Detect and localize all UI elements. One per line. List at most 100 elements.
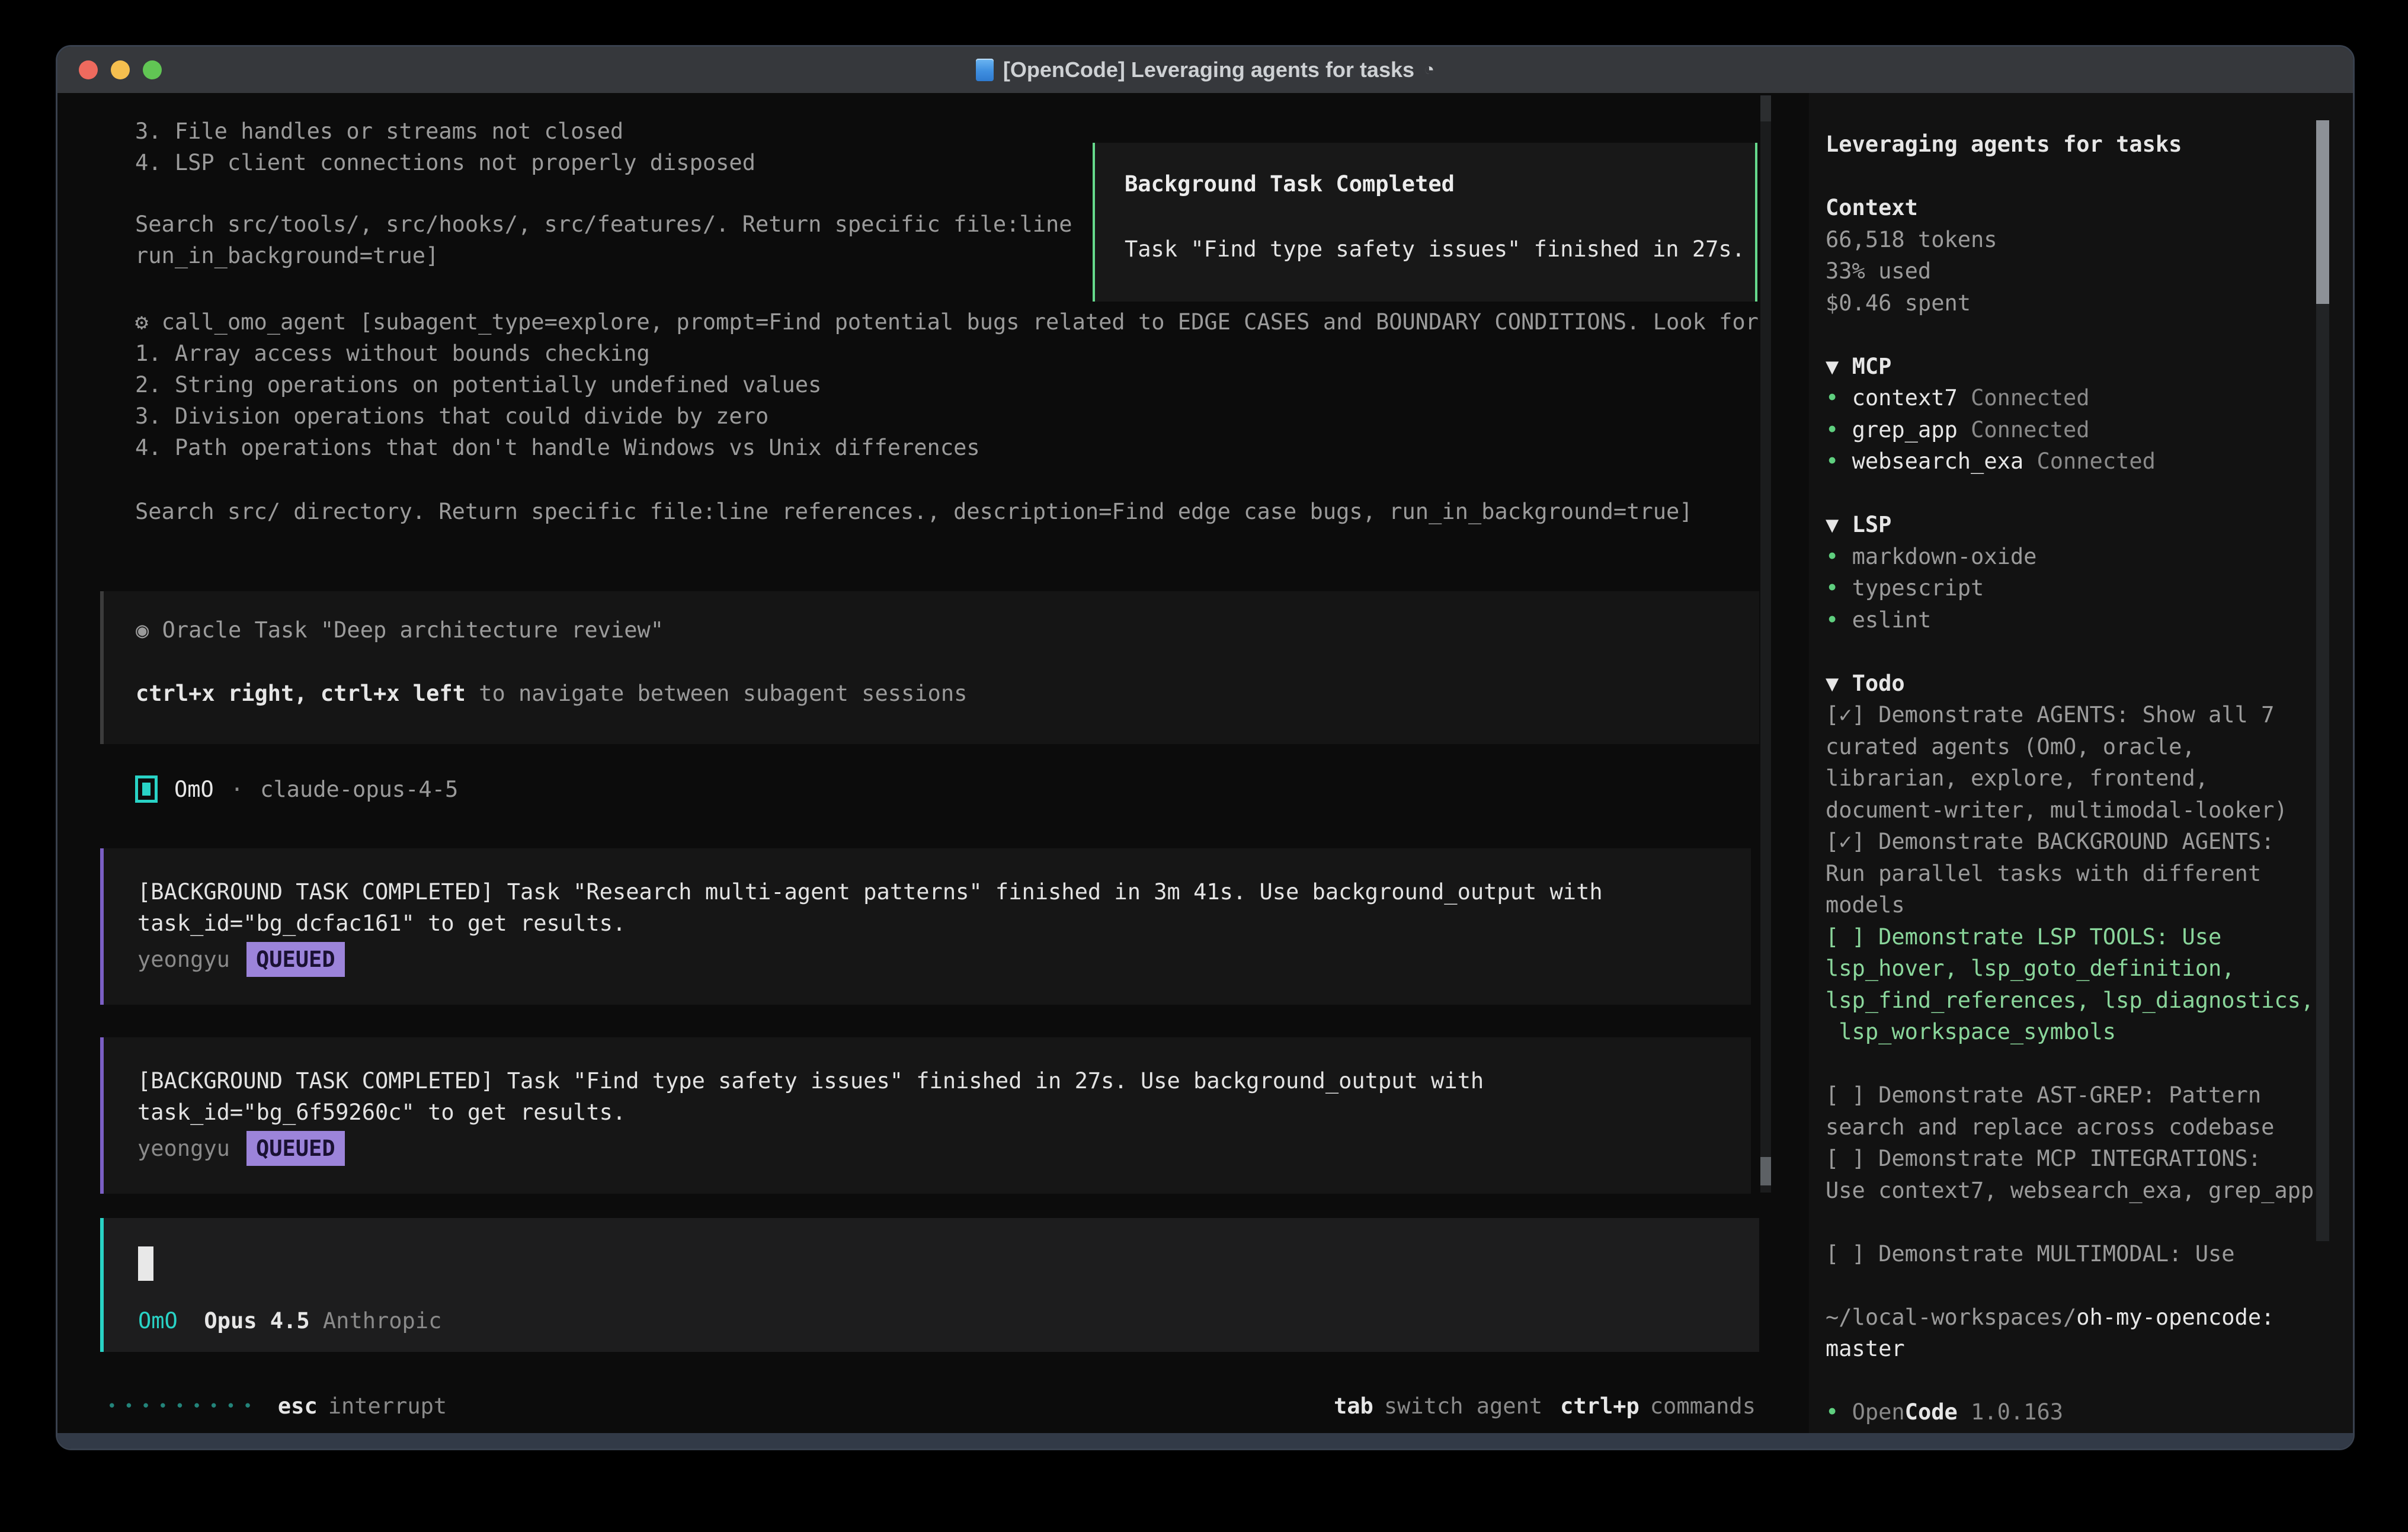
document-icon bbox=[976, 59, 994, 81]
task-message-meta: yeongyu QUEUED bbox=[137, 1131, 345, 1166]
lsp-item: • typescript bbox=[1826, 572, 2355, 604]
tab-key-label: switch agent bbox=[1384, 1393, 1542, 1419]
todo-line-pending: Use context7, websearch_exa, grep_app bbox=[1826, 1175, 2355, 1207]
esc-key-label: interrupt bbox=[328, 1393, 447, 1419]
workspace-branch: master bbox=[1826, 1333, 2355, 1365]
window-title-group: [OpenCode] Leveraging agents for tasks ◔ bbox=[976, 57, 1434, 82]
status-right: tab switch agent ctrl+p commands bbox=[1334, 1393, 1756, 1419]
ctrlp-key-label: commands bbox=[1650, 1393, 1756, 1419]
mcp-section-header[interactable]: ▼ MCP bbox=[1826, 351, 2355, 383]
terminal-window: [OpenCode] Leveraging agents for tasks ◔… bbox=[56, 45, 2355, 1450]
task-message-meta: yeongyu QUEUED bbox=[137, 942, 345, 977]
gear-icon: ⚙ bbox=[135, 309, 148, 335]
provider-label: Anthropic bbox=[323, 1308, 441, 1334]
todo-line-active: lsp_workspace_symbols bbox=[1826, 1016, 2355, 1048]
sidebar-scrollbar-thumb[interactable] bbox=[2316, 120, 2329, 304]
todo-line-pending: [ ] Demonstrate MCP INTEGRATIONS: bbox=[1826, 1143, 2355, 1175]
main-scrollbar-track[interactable] bbox=[1760, 95, 1771, 1193]
todo-line-pending: [ ] Demonstrate AST-GREP: Pattern bbox=[1826, 1079, 2355, 1111]
output-line: 2. String operations on potentially unde… bbox=[135, 371, 821, 399]
todo-line-pending: [ ] Demonstrate MULTIMODAL: Use bbox=[1826, 1238, 2355, 1270]
context-spent: $0.46 spent bbox=[1826, 287, 2355, 319]
mcp-item: • websearch_exa Connected bbox=[1826, 446, 2355, 477]
workspace-path: ~/local-workspaces/oh-my-opencode: bbox=[1826, 1302, 2355, 1334]
app-version-line: • OpenCode 1.0.163 bbox=[1826, 1396, 2355, 1428]
todo-line-done: Run parallel tasks with different bbox=[1826, 858, 2355, 890]
todo-line-done: document-writer, multimodal-looker) bbox=[1826, 794, 2355, 826]
esc-key-hint: esc bbox=[278, 1393, 318, 1419]
active-model-label: Opus 4.5 bbox=[204, 1308, 309, 1334]
todo-section-header[interactable]: ▼ Todo bbox=[1826, 668, 2355, 700]
context-tokens: 66,518 tokens bbox=[1826, 224, 2355, 256]
terminal-main-pane[interactable]: 3. File handles or streams not closed 4.… bbox=[57, 93, 1773, 1433]
status-left: ••••••••• esc interrupt bbox=[107, 1393, 447, 1419]
text-cursor bbox=[138, 1246, 153, 1281]
tab-key-hint: tab bbox=[1334, 1393, 1373, 1419]
model-row: OmO Opus 4.5 Anthropic bbox=[138, 1308, 441, 1334]
status-dot-icon: • bbox=[1826, 575, 1839, 601]
minimize-button[interactable] bbox=[111, 60, 130, 79]
toast-body: Task "Find type safety issues" finished … bbox=[1125, 236, 1745, 262]
clock-icon: ◔ bbox=[1424, 60, 1434, 80]
prompt-input[interactable]: OmO Opus 4.5 Anthropic bbox=[100, 1218, 1759, 1352]
agent-header: OmO · claude-opus-4-5 bbox=[135, 775, 458, 803]
todo-line-done: models bbox=[1826, 889, 2355, 921]
context-heading: Context bbox=[1826, 192, 2355, 224]
context-used: 33% used bbox=[1826, 255, 2355, 287]
todo-line-active: lsp_find_references, lsp_diagnostics, bbox=[1826, 985, 2355, 1017]
chevron-down-icon: ▼ bbox=[1826, 354, 1839, 379]
lsp-section-header[interactable]: ▼ LSP bbox=[1826, 509, 2355, 541]
status-dot-icon: • bbox=[1826, 417, 1839, 443]
oracle-task-line: ◉ Oracle Task "Deep architecture review" bbox=[136, 617, 664, 643]
status-badge: QUEUED bbox=[246, 1131, 345, 1166]
tool-call-line: ⚙ call_omo_agent [subagent_type=explore,… bbox=[135, 309, 1759, 336]
lsp-item: • markdown-oxide bbox=[1826, 541, 2355, 573]
subagent-nav-hint: ctrl+x right, ctrl+x left to navigate be… bbox=[136, 681, 967, 706]
main-scrollbar-segment[interactable] bbox=[1760, 95, 1771, 121]
background-task-message[interactable]: [BACKGROUND TASK COMPLETED] Task "Resear… bbox=[100, 848, 1751, 1005]
status-badge: QUEUED bbox=[246, 942, 345, 977]
output-line: run_in_background=true] bbox=[135, 242, 438, 270]
agent-name: OmO bbox=[174, 777, 214, 802]
maximize-button[interactable] bbox=[143, 60, 162, 79]
main-scrollbar-thumb[interactable] bbox=[1760, 1157, 1771, 1185]
background-task-toast[interactable]: Background Task Completed Task "Find typ… bbox=[1093, 143, 1757, 302]
status-bar: ••••••••• esc interrupt tab switch agent c… bbox=[57, 1393, 1764, 1427]
window-bottom-edge bbox=[57, 1433, 2353, 1448]
status-dot-icon: • bbox=[1826, 1399, 1839, 1425]
ctrlp-key-hint: ctrl+p bbox=[1560, 1393, 1640, 1419]
target-icon: ◉ bbox=[136, 617, 149, 643]
status-dot-icon: • bbox=[1826, 544, 1839, 569]
mcp-item: • grep_app Connected bbox=[1826, 414, 2355, 446]
todo-line-done: [✓] Demonstrate AGENTS: Show all 7 bbox=[1826, 699, 2355, 731]
output-line: Search src/tools/, src/hooks/, src/featu… bbox=[135, 211, 1072, 238]
lsp-item: • eslint bbox=[1826, 604, 2355, 636]
agent-icon bbox=[135, 775, 158, 803]
output-line: 3. Division operations that could divide… bbox=[135, 403, 768, 430]
status-dot-icon: • bbox=[1826, 385, 1839, 411]
separator-dot: · bbox=[230, 777, 244, 802]
key-hint: ctrl+x right, ctrl+x left bbox=[136, 681, 466, 706]
username: yeongyu bbox=[137, 1136, 230, 1161]
output-line: 4. LSP client connections not properly d… bbox=[135, 149, 755, 177]
todo-line-active: [ ] Demonstrate LSP TOOLS: Use bbox=[1826, 921, 2355, 953]
toast-title: Background Task Completed bbox=[1125, 171, 1455, 197]
chevron-down-icon: ▼ bbox=[1826, 671, 1839, 696]
todo-line-active: lsp_hover, lsp_goto_definition, bbox=[1826, 953, 2355, 985]
output-line: 4. Path operations that don't handle Win… bbox=[135, 434, 980, 461]
chevron-down-icon: ▼ bbox=[1826, 512, 1839, 537]
active-agent-label: OmO bbox=[138, 1308, 178, 1334]
todo-line-done: curated agents (OmO, oracle, bbox=[1826, 731, 2355, 763]
spinner-dots: ••••••••• bbox=[107, 1398, 260, 1415]
mcp-item: • context7 Connected bbox=[1826, 382, 2355, 414]
close-button[interactable] bbox=[79, 60, 98, 79]
task-message-line: [BACKGROUND TASK COMPLETED] Task "Resear… bbox=[137, 879, 1603, 905]
todo-line-done: [✓] Demonstrate BACKGROUND AGENTS: bbox=[1826, 826, 2355, 858]
todo-line-pending: search and replace across codebase bbox=[1826, 1111, 2355, 1143]
oracle-task-panel[interactable]: ◉ Oracle Task "Deep architecture review"… bbox=[100, 591, 1759, 744]
status-dot-icon: • bbox=[1826, 607, 1839, 633]
task-message-line: task_id="bg_6f59260c" to get results. bbox=[137, 1100, 626, 1125]
titlebar: [OpenCode] Leveraging agents for tasks ◔ bbox=[57, 47, 2353, 93]
output-line: Search src/ directory. Return specific f… bbox=[135, 498, 1693, 525]
background-task-message[interactable]: [BACKGROUND TASK COMPLETED] Task "Find t… bbox=[100, 1037, 1751, 1194]
